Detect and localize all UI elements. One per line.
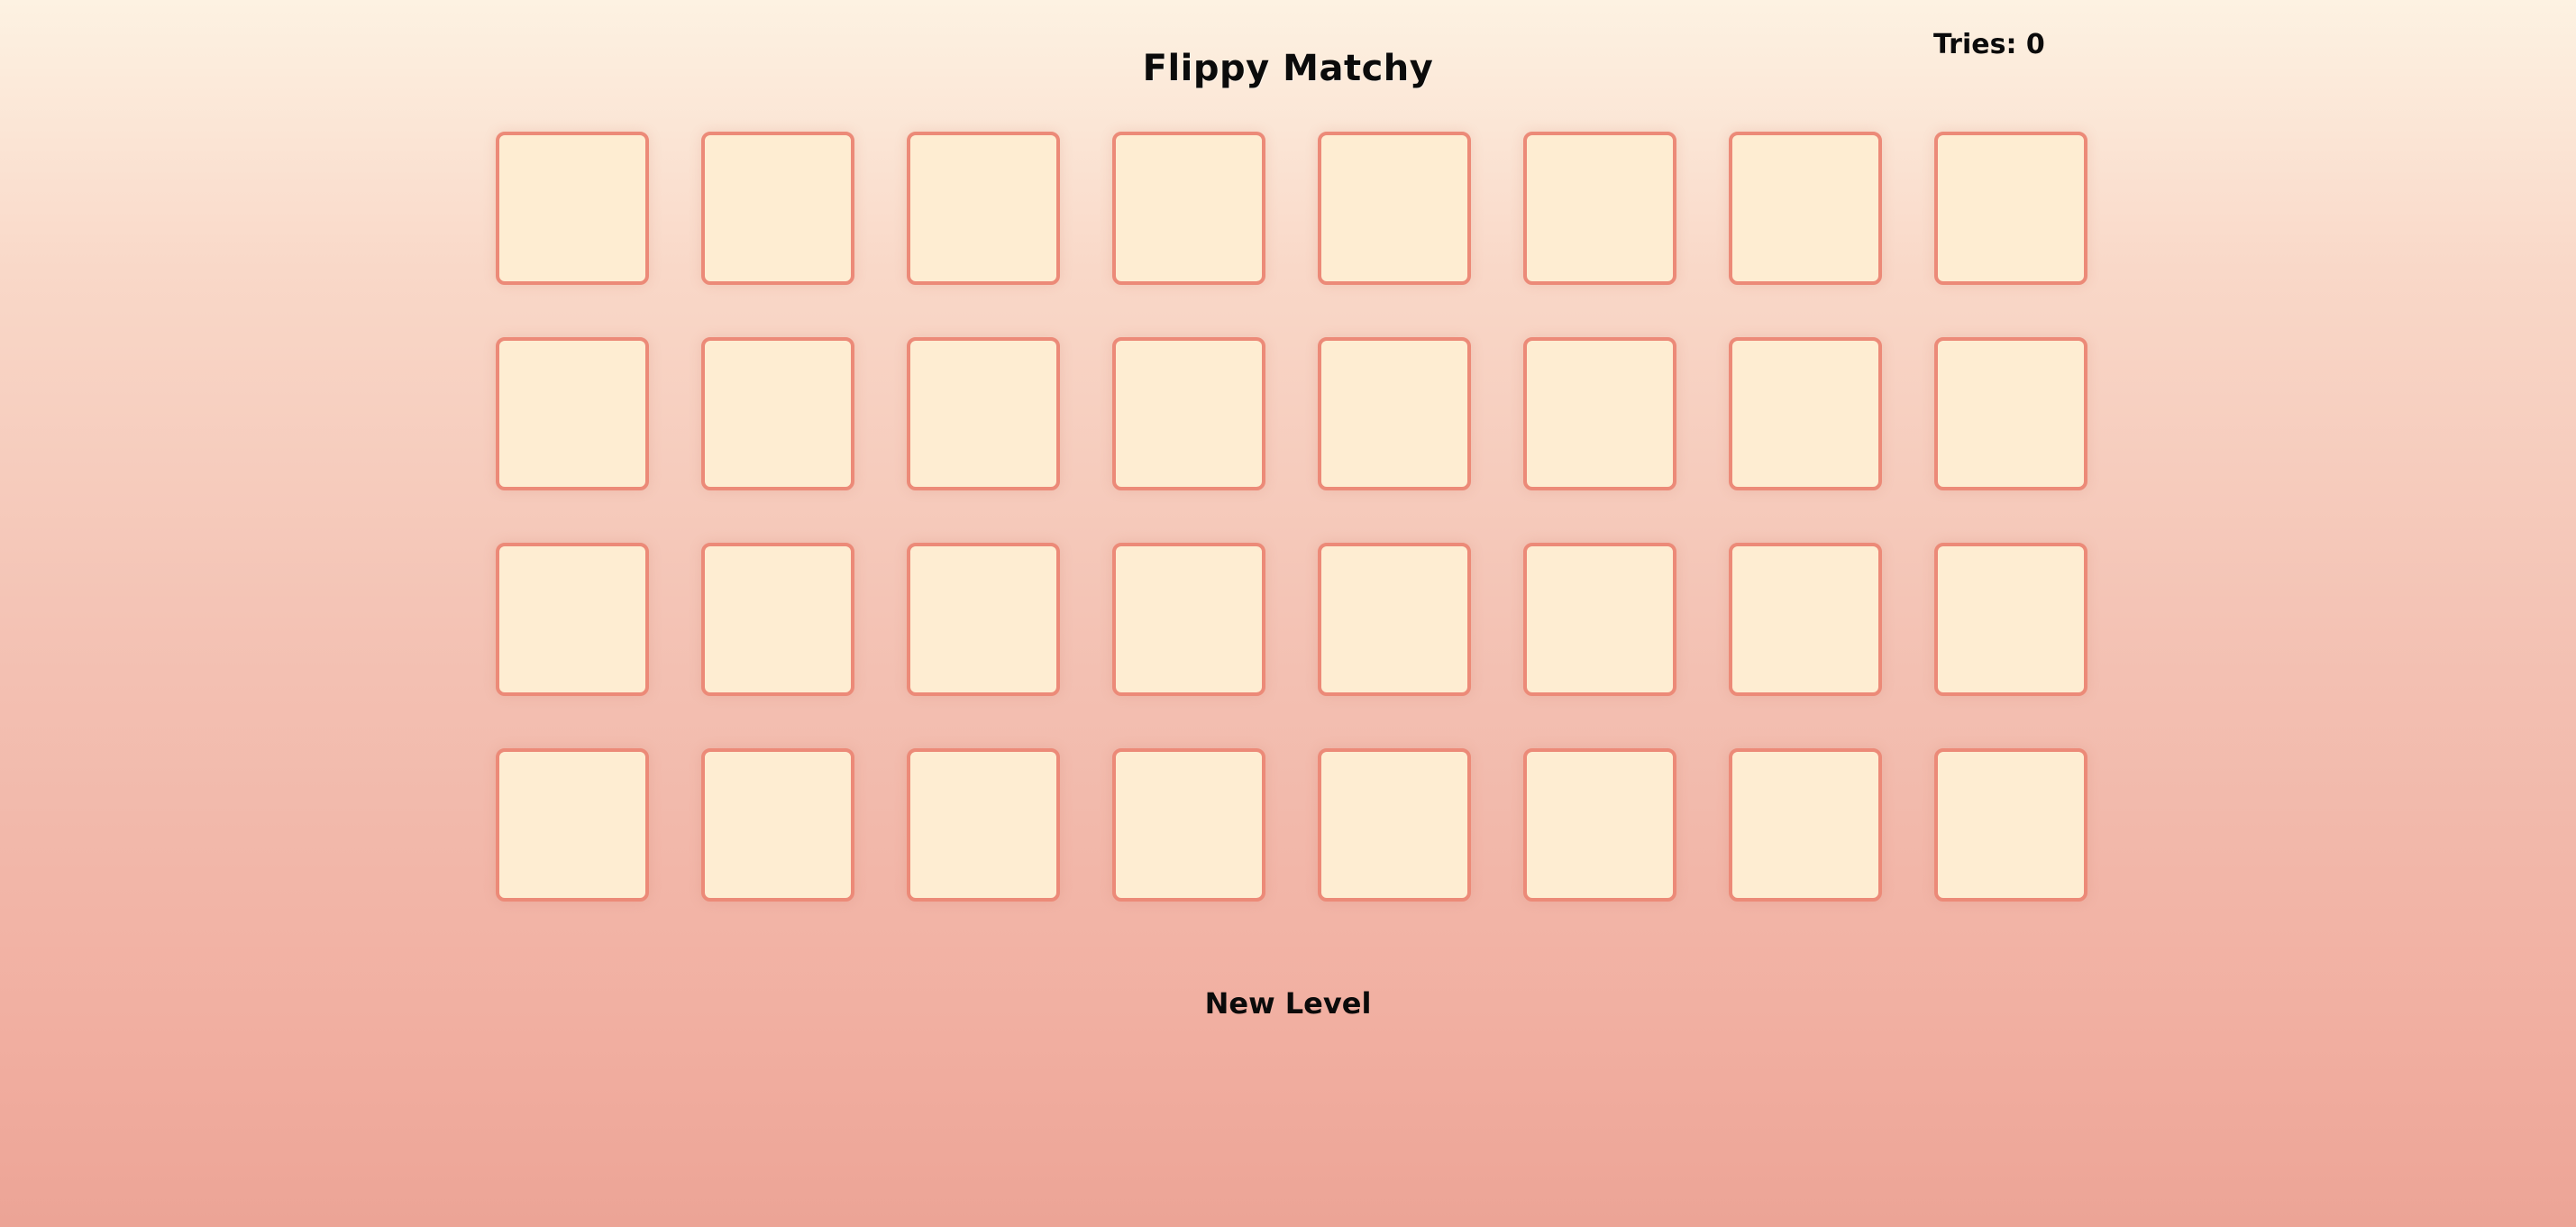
card[interactable] [1934,543,2087,696]
card[interactable] [907,543,1060,696]
new-level-container: New Level [0,986,2576,1021]
card[interactable] [1523,132,1676,285]
card-board [496,132,2089,902]
card[interactable] [496,748,649,902]
card[interactable] [496,132,649,285]
card[interactable] [1934,748,2087,902]
card[interactable] [1523,543,1676,696]
game-title: Flippy Matchy [1142,47,1434,89]
card[interactable] [701,543,854,696]
card[interactable] [1318,748,1471,902]
card[interactable] [1112,748,1265,902]
new-level-button[interactable]: New Level [1205,986,1372,1021]
card[interactable] [1318,132,1471,285]
card[interactable] [1729,337,1882,490]
card[interactable] [1729,543,1882,696]
card[interactable] [701,132,854,285]
card[interactable] [1112,337,1265,490]
card[interactable] [1112,132,1265,285]
card[interactable] [1934,337,2087,490]
card[interactable] [701,748,854,902]
card[interactable] [496,543,649,696]
card[interactable] [1112,543,1265,696]
card[interactable] [701,337,854,490]
card[interactable] [1729,132,1882,285]
card[interactable] [907,337,1060,490]
card[interactable] [1318,543,1471,696]
card[interactable] [1729,748,1882,902]
card[interactable] [907,132,1060,285]
card[interactable] [1523,337,1676,490]
tries-counter: Tries: 0 [1933,29,2045,60]
card[interactable] [1523,748,1676,902]
card[interactable] [496,337,649,490]
card[interactable] [1318,337,1471,490]
card[interactable] [907,748,1060,902]
card[interactable] [1934,132,2087,285]
